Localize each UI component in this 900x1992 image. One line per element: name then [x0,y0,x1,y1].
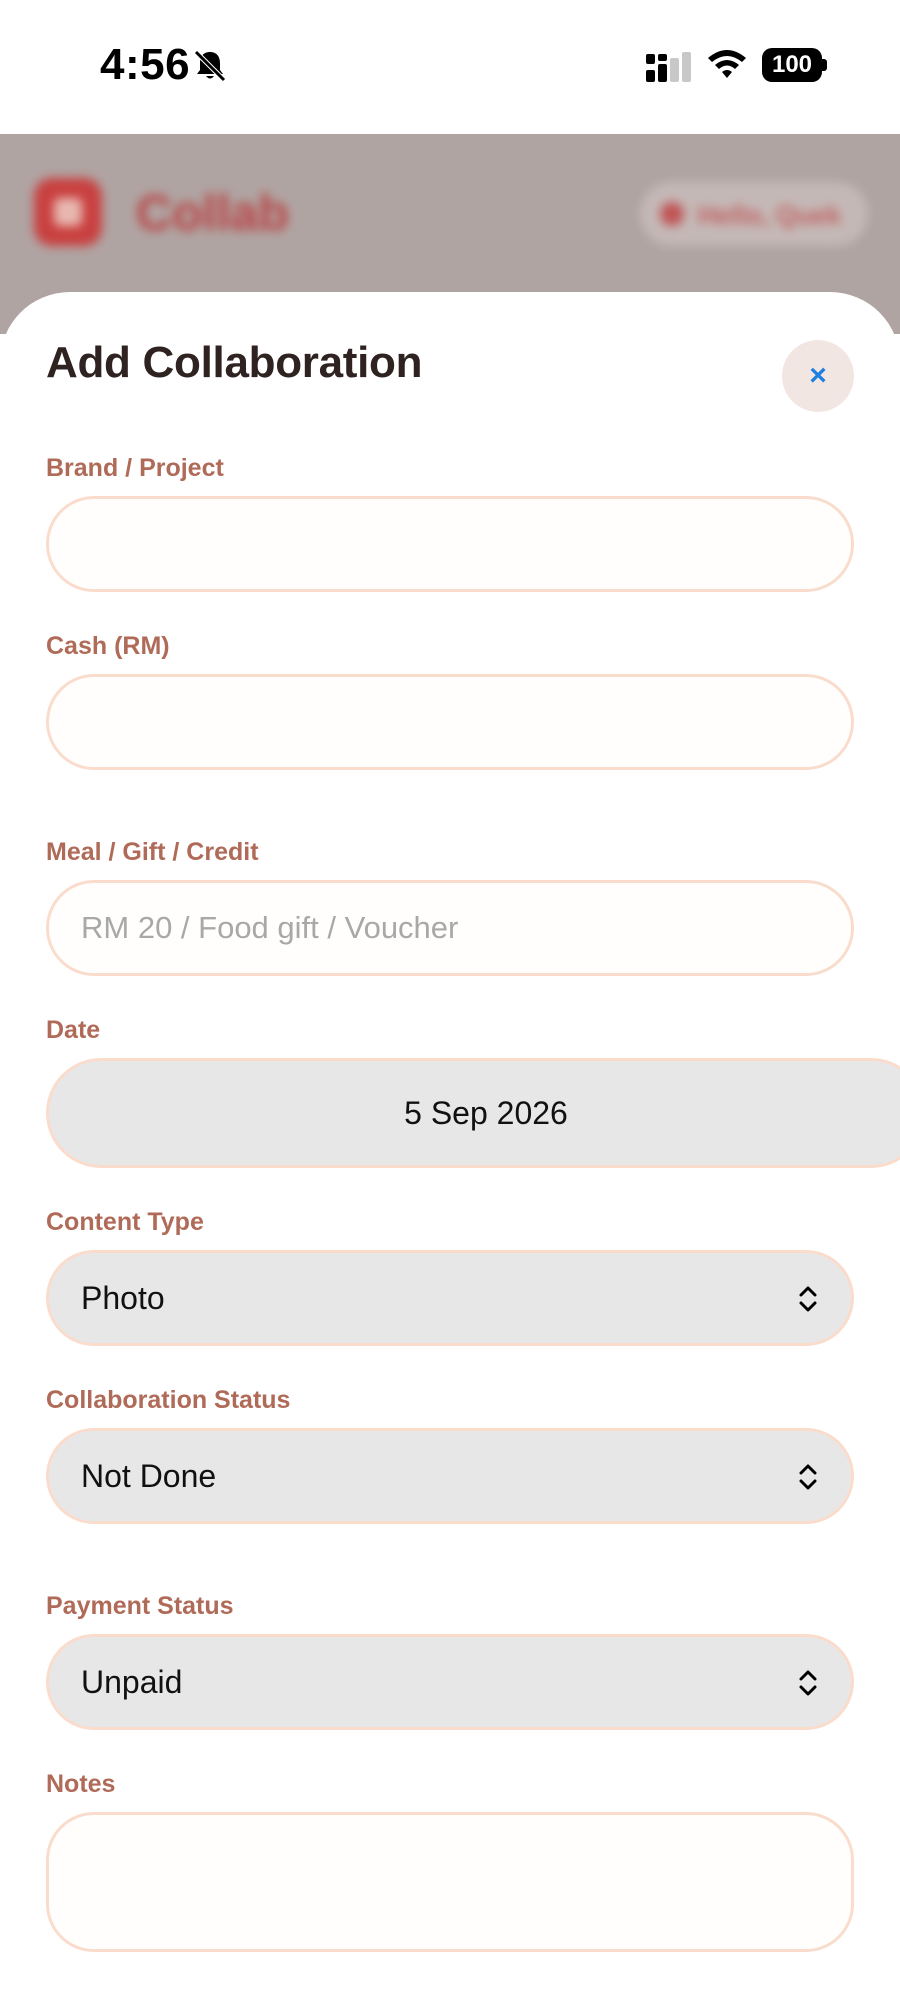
avatar-dot-icon [660,202,684,226]
brand-input[interactable] [46,496,854,592]
content-type-select[interactable]: Photo [46,1250,854,1346]
app-title: Collab [136,185,289,241]
notes-label: Notes [46,1770,116,1798]
add-collaboration-sheet: Add Collaboration × Brand / Project Cash… [0,292,900,1992]
payment-status-select[interactable]: Unpaid [46,1634,854,1730]
battery-indicator: 100 [762,48,822,82]
app-logo-mark [54,198,82,226]
payment-status-label: Payment Status [46,1592,234,1620]
content-type-value: Photo [81,1280,165,1316]
date-value: 5 Sep 2026 [404,1094,568,1131]
collab-status-label: Collaboration Status [46,1386,291,1414]
payment-status-value: Unpaid [81,1664,183,1700]
status-bar: 4:56 100 [0,0,900,134]
app-logo [34,178,102,246]
notes-textarea[interactable] [46,1812,854,1952]
brand-label: Brand / Project [46,454,224,482]
cash-label: Cash (RM) [46,632,170,660]
greeting-text: Hello, Quek [698,200,842,230]
bell-slash-icon [194,50,226,82]
meal-label: Meal / Gift / Credit [46,838,259,866]
date-label: Date [46,1016,101,1044]
greeting-pill: Hello, Quek [640,182,868,246]
chevron-up-down-icon [799,1286,817,1312]
close-button[interactable]: × [782,340,854,412]
sheet-title: Add Collaboration [46,338,423,387]
status-time: 4:56 [100,40,191,89]
meal-input[interactable] [46,880,854,976]
close-icon: × [809,359,827,392]
date-picker[interactable]: 5 Sep 2026 [46,1058,900,1168]
chevron-up-down-icon [799,1670,817,1696]
collab-status-select[interactable]: Not Done [46,1428,854,1524]
cellular-signal-icon [646,52,691,82]
content-type-label: Content Type [46,1208,204,1236]
battery-tip [822,59,827,71]
chevron-up-down-icon [799,1464,817,1490]
collab-status-value: Not Done [81,1458,217,1494]
cash-input[interactable] [46,674,854,770]
wifi-icon [708,50,746,78]
